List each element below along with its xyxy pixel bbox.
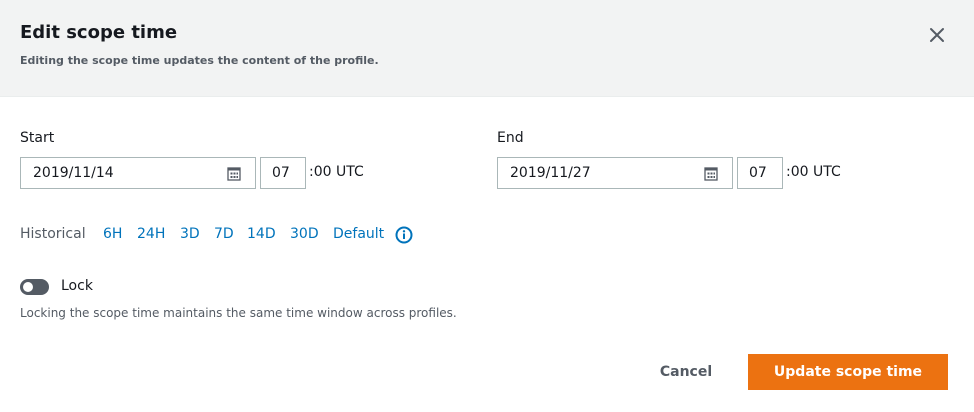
start-date-input[interactable]: 2019/11/14 — [20, 157, 256, 189]
close-button[interactable] — [926, 24, 948, 46]
start-hour-input[interactable]: 07 — [260, 157, 306, 189]
start-date-value: 2019/11/14 — [33, 165, 114, 181]
range-7d-link[interactable]: 7D — [214, 226, 234, 242]
end-date-value: 2019/11/27 — [510, 165, 591, 181]
close-icon — [930, 28, 944, 42]
range-24h-link[interactable]: 24H — [137, 226, 165, 242]
end-utc-suffix: :00 UTC — [786, 164, 841, 180]
dialog-title: Edit scope time — [20, 22, 178, 43]
toggle-knob — [23, 282, 33, 292]
lock-toggle[interactable] — [20, 279, 49, 295]
start-utc-suffix: :00 UTC — [309, 164, 364, 180]
end-hour-value: 07 — [749, 165, 767, 181]
lock-description: Locking the scope time maintains the sam… — [20, 306, 457, 320]
historical-label: Historical — [20, 226, 86, 242]
update-scope-time-button[interactable]: Update scope time — [748, 354, 948, 390]
calendar-icon[interactable] — [227, 167, 241, 181]
start-label: Start — [20, 130, 55, 146]
range-3d-link[interactable]: 3D — [180, 226, 200, 242]
end-label: End — [497, 130, 524, 146]
end-hour-input[interactable]: 07 — [737, 157, 783, 189]
dialog-subtitle: Editing the scope time updates the conte… — [20, 54, 379, 67]
range-14d-link[interactable]: 14D — [247, 226, 276, 242]
calendar-icon[interactable] — [704, 167, 718, 181]
lock-label: Lock — [61, 278, 93, 294]
dialog-header: Edit scope time Editing the scope time u… — [0, 0, 974, 97]
start-hour-value: 07 — [272, 165, 290, 181]
range-30d-link[interactable]: 30D — [290, 226, 319, 242]
range-6h-link[interactable]: 6H — [103, 226, 122, 242]
end-date-input[interactable]: 2019/11/27 — [497, 157, 733, 189]
range-default-link[interactable]: Default — [333, 226, 384, 242]
info-icon[interactable] — [395, 226, 413, 244]
cancel-button[interactable]: Cancel — [646, 354, 726, 390]
